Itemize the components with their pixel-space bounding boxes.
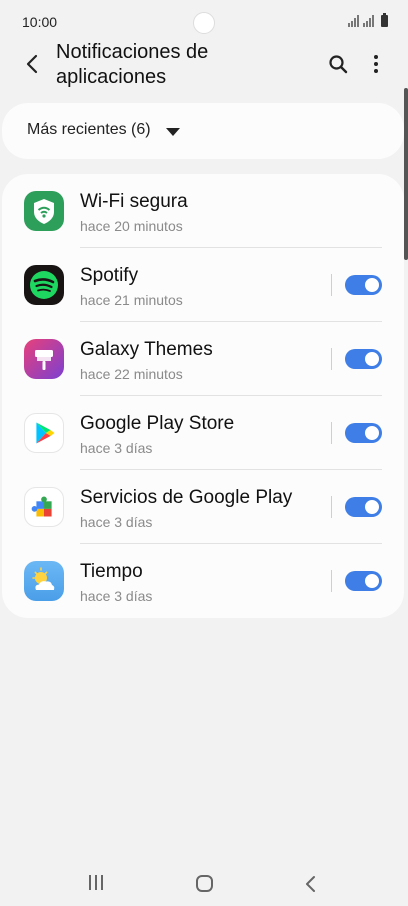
signal-icon-2	[363, 15, 374, 27]
search-button[interactable]	[324, 50, 352, 78]
recents-button[interactable]	[89, 875, 109, 891]
play-store-icon	[24, 413, 64, 453]
more-vertical-icon	[374, 55, 378, 73]
notification-toggle-galaxy-themes[interactable]	[345, 349, 382, 369]
toggle-knob	[363, 572, 381, 590]
separator	[331, 422, 332, 444]
app-time: hace 3 días	[80, 514, 153, 530]
notification-toggle-spotify[interactable]	[345, 275, 382, 295]
nav-back-button[interactable]	[300, 874, 320, 894]
app-row-spotify[interactable]: Spotify hace 21 minutos	[2, 248, 404, 322]
notification-toggle-google-play-store[interactable]	[345, 423, 382, 443]
toggle-knob	[363, 276, 381, 294]
notification-toggle-google-play-services[interactable]	[345, 497, 382, 517]
notification-toggle-tiempo[interactable]	[345, 571, 382, 591]
app-name: Servicios de Google Play	[80, 487, 293, 508]
recents-icon-bar	[95, 875, 97, 890]
weather-icon	[24, 561, 64, 601]
galaxy-themes-icon	[24, 339, 64, 379]
google-play-services-icon	[24, 487, 64, 527]
nav-back-icon	[306, 876, 315, 892]
sort-filter-label: Más recientes (6)	[27, 121, 151, 138]
home-button[interactable]	[196, 875, 213, 892]
app-name: Wi-Fi segura	[80, 191, 188, 212]
app-time: hace 3 días	[80, 588, 153, 604]
toggle-knob	[363, 350, 381, 368]
recents-icon-bar	[101, 875, 103, 890]
app-bar: Notificaciones de aplicaciones	[0, 38, 408, 94]
app-row-wifi-segura[interactable]: Wi-Fi segura hace 20 minutos	[2, 174, 404, 248]
dropdown-arrow-icon	[166, 128, 180, 136]
search-icon	[329, 55, 348, 74]
signal-icon	[348, 15, 359, 27]
battery-icon	[381, 13, 388, 27]
spotify-icon	[24, 265, 64, 305]
app-row-tiempo[interactable]: Tiempo hace 3 días	[2, 544, 404, 618]
status-icons	[348, 13, 388, 27]
toggle-knob	[363, 498, 381, 516]
app-name: Spotify	[80, 265, 139, 286]
more-options-button[interactable]	[362, 50, 390, 78]
separator	[331, 348, 332, 370]
separator	[331, 274, 332, 296]
app-name: Tiempo	[80, 561, 143, 582]
app-time: hace 21 minutos	[80, 292, 183, 308]
app-row-google-play-services[interactable]: Servicios de Google Play hace 3 días	[2, 470, 404, 544]
camera-cutout	[193, 12, 215, 34]
app-row-galaxy-themes[interactable]: Galaxy Themes hace 22 minutos	[2, 322, 404, 396]
separator	[331, 570, 332, 592]
back-button[interactable]	[18, 50, 46, 78]
app-time: hace 3 días	[80, 440, 153, 456]
page-title: Notificaciones de aplicaciones	[56, 41, 209, 88]
app-name: Galaxy Themes	[80, 339, 213, 360]
back-arrow-icon	[26, 54, 38, 74]
app-time: hace 20 minutos	[80, 218, 183, 234]
app-time: hace 22 minutos	[80, 366, 183, 382]
navigation-bar	[0, 860, 408, 906]
toggle-knob	[363, 424, 381, 442]
sort-filter-dropdown[interactable]: Más recientes (6)	[2, 103, 404, 159]
recents-icon-bar	[89, 875, 91, 890]
app-list: Wi-Fi segura hace 20 minutos Spotify hac…	[2, 174, 404, 618]
scroll-indicator	[404, 88, 408, 260]
app-row-google-play-store[interactable]: Google Play Store hace 3 días	[2, 396, 404, 470]
status-time: 10:00	[22, 14, 58, 30]
separator	[331, 496, 332, 518]
app-name: Google Play Store	[80, 413, 235, 434]
wifi-secure-icon	[24, 191, 64, 231]
